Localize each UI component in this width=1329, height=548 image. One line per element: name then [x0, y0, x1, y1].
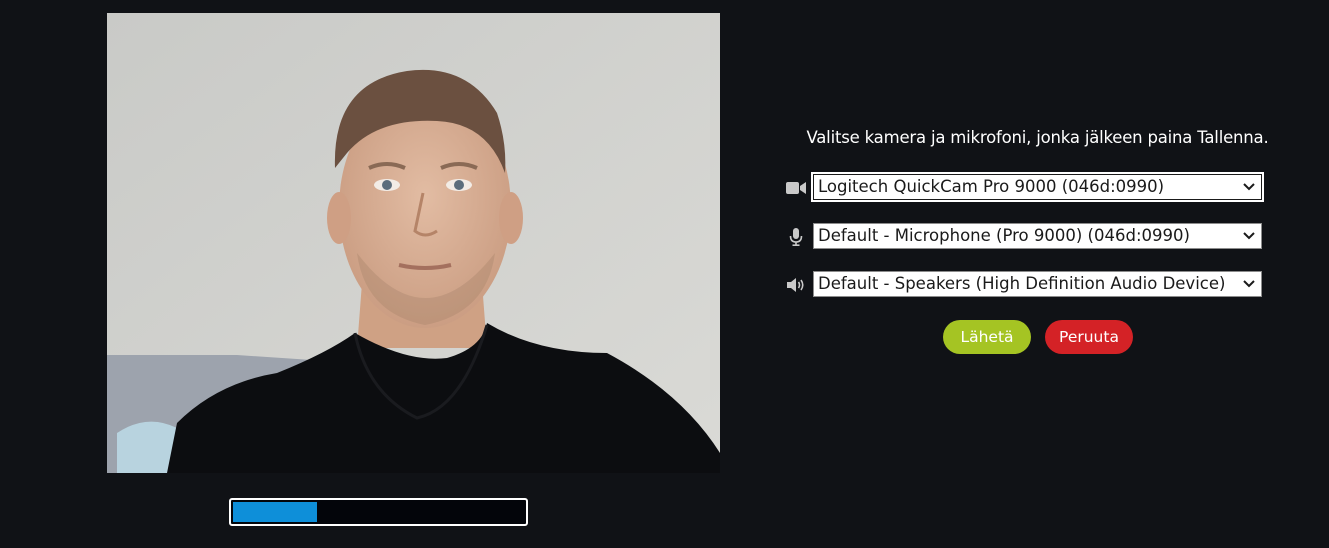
speaker-select-value: Default - Speakers (High Definition Audi…: [818, 274, 1226, 293]
microphone-row: Default - Microphone (Pro 9000) (046d:09…: [786, 223, 1264, 251]
mic-level-fill: [233, 502, 317, 522]
chevron-down-icon: [1243, 280, 1255, 288]
chevron-down-icon: [1243, 183, 1255, 191]
speaker-select[interactable]: Default - Speakers (High Definition Audi…: [813, 271, 1262, 297]
microphone-icon: [786, 228, 806, 246]
camera-preview: [107, 13, 720, 473]
mic-level-meter: [229, 498, 528, 526]
instruction-text: Valitse kamera ja mikrofoni, jonka jälke…: [806, 128, 1269, 147]
chevron-down-icon: [1243, 232, 1255, 240]
camera-select[interactable]: Logitech QuickCam Pro 9000 (046d:0990): [811, 172, 1264, 202]
speaker-row: Default - Speakers (High Definition Audi…: [786, 271, 1264, 299]
video-camera-icon: [786, 179, 806, 197]
camera-row: Logitech QuickCam Pro 9000 (046d:0990): [786, 172, 1264, 202]
microphone-select-value: Default - Microphone (Pro 9000) (046d:09…: [818, 226, 1190, 245]
cancel-button[interactable]: Peruuta: [1045, 320, 1133, 354]
send-button[interactable]: Lähetä: [943, 320, 1031, 354]
microphone-select[interactable]: Default - Microphone (Pro 9000) (046d:09…: [813, 223, 1262, 249]
recording-setup-page: Valitse kamera ja mikrofoni, jonka jälke…: [0, 0, 1329, 548]
camera-feed-image: [107, 13, 720, 473]
speaker-icon: [786, 276, 806, 294]
camera-select-value: Logitech QuickCam Pro 9000 (046d:0990): [818, 177, 1165, 196]
